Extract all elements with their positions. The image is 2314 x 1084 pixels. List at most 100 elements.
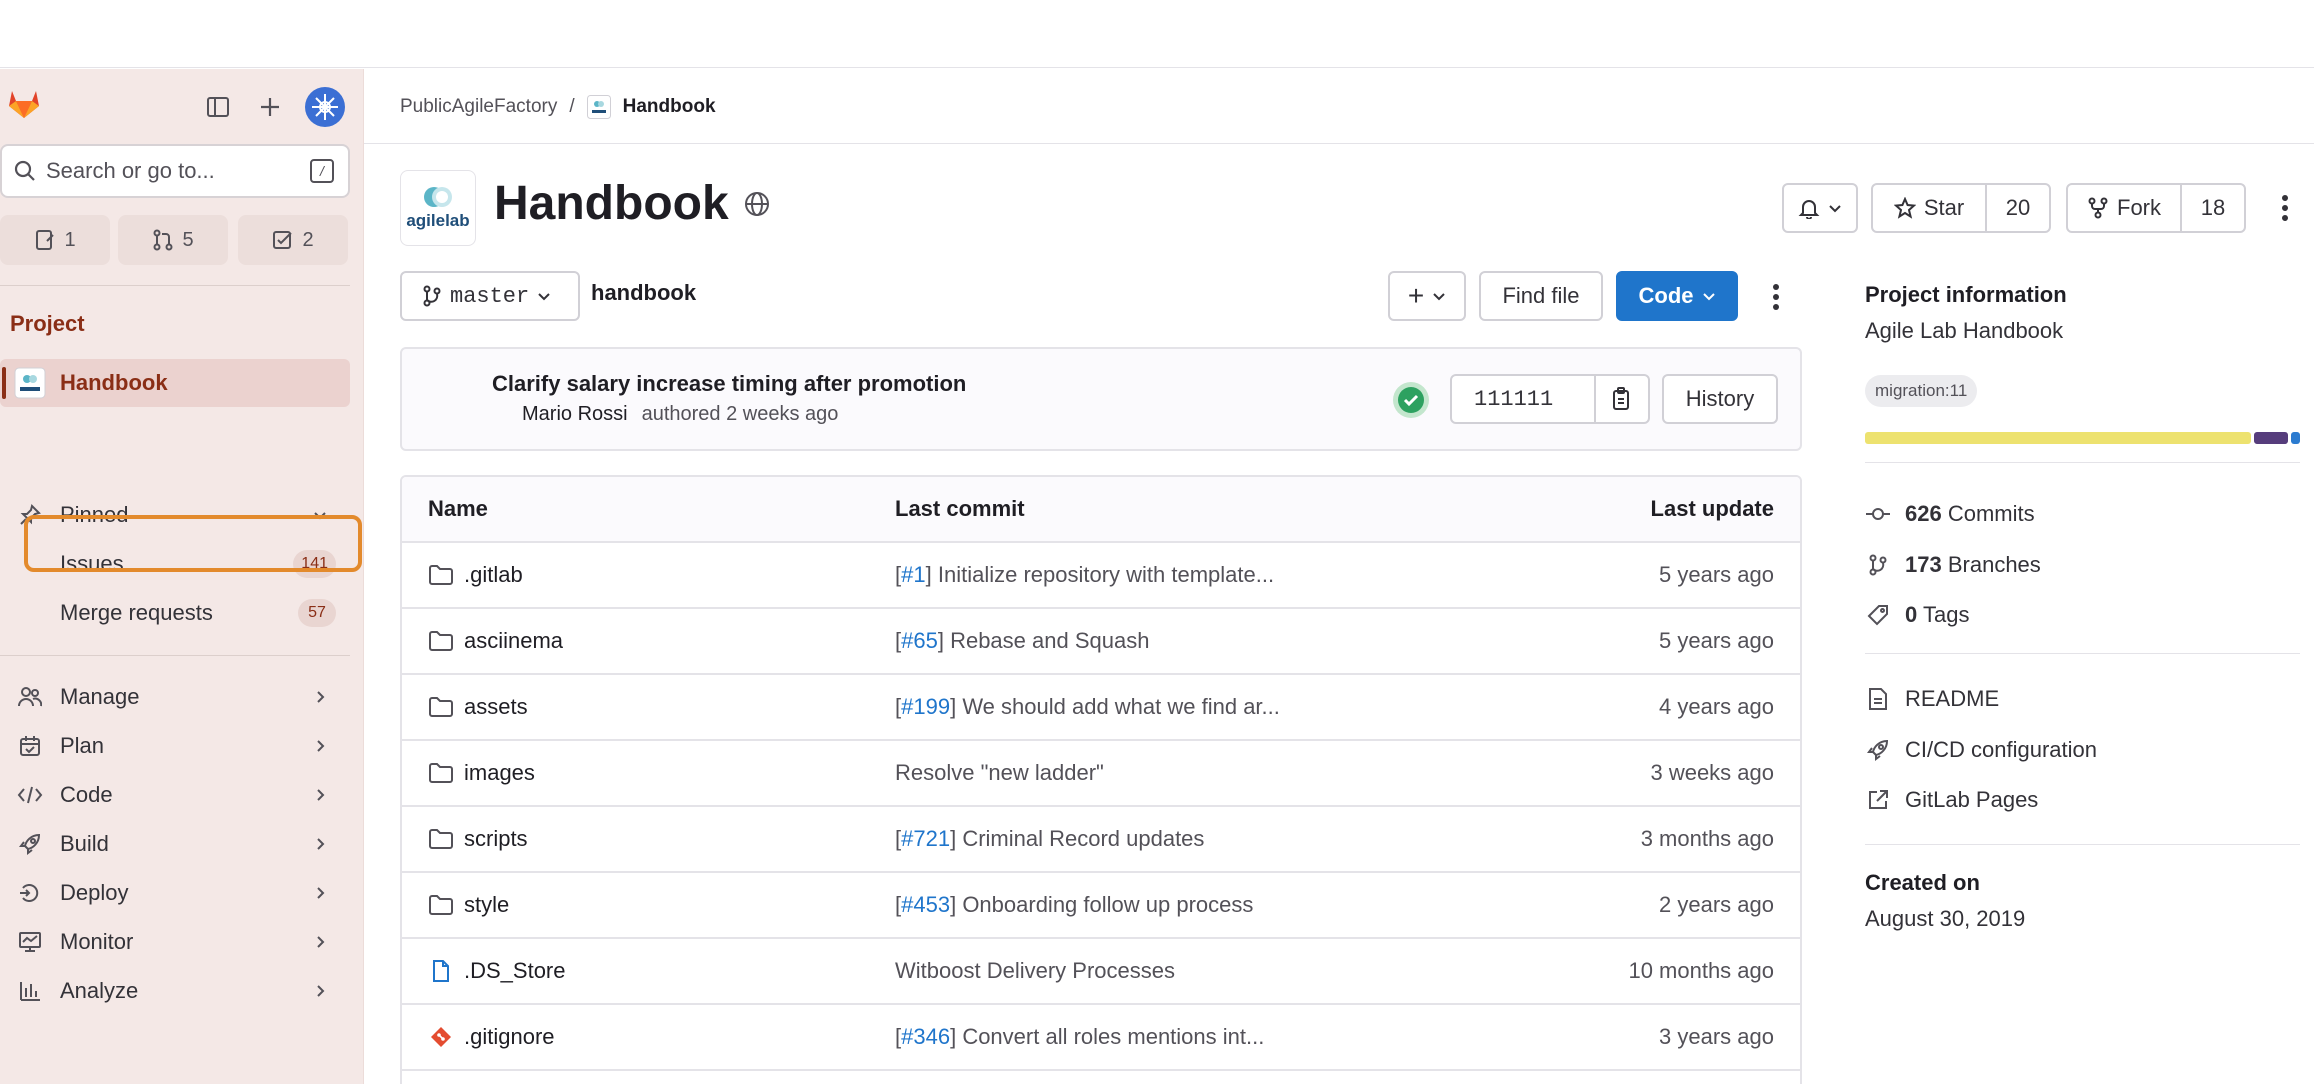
commit-title-link[interactable]: Clarify salary increase timing after pro…: [492, 371, 966, 397]
commits-link[interactable]: 626 Commits: [1865, 497, 2035, 531]
sidebar-item-plan[interactable]: Plan: [0, 722, 350, 770]
sidebar-item-manage[interactable]: Manage: [0, 673, 350, 721]
file-name-link[interactable]: images: [428, 741, 535, 805]
monitor-icon: [0, 931, 60, 953]
star-icon: [1893, 197, 1916, 219]
last-commit-link[interactable]: Resolve "new ladder": [895, 741, 1104, 805]
topic-badge[interactable]: migration:11: [1865, 375, 1978, 407]
commit-ref-link[interactable]: #453: [901, 892, 950, 918]
commit-ref-link[interactable]: #1: [901, 562, 925, 588]
project-info-title: Project information: [1865, 282, 2067, 307]
find-file-button[interactable]: Find file: [1479, 271, 1603, 321]
commit-ref-link[interactable]: #346: [901, 1024, 950, 1050]
readme-label: README: [1905, 686, 2000, 711]
file-name: .gitignore: [464, 1024, 555, 1049]
user-avatar[interactable]: [305, 87, 345, 127]
branch-name: master: [450, 283, 530, 309]
last-commit-link[interactable]: [#346] Convert all roles mentions int...: [895, 1005, 1264, 1069]
commit-ref-link[interactable]: #65: [901, 628, 938, 654]
file-name-link[interactable]: .DS_Store: [428, 939, 566, 1003]
last-update-time: 3 weeks ago: [1650, 760, 1774, 785]
notification-settings-button[interactable]: [1782, 183, 1858, 233]
branches-link[interactable]: 173 Branches: [1865, 548, 2041, 582]
tags-link[interactable]: 0 Tags: [1865, 598, 1969, 632]
sidebar-item-deploy[interactable]: Deploy: [0, 869, 350, 917]
file-name-link[interactable]: .gitignore: [428, 1005, 555, 1069]
breadcrumb-project-link[interactable]: Handbook: [623, 96, 716, 118]
pipeline-passed-icon[interactable]: [1392, 381, 1430, 419]
gitlab-logo-icon[interactable]: [6, 85, 42, 121]
table-row: images Resolve "new ladder" 3 weeks ago: [402, 741, 1800, 807]
breadcrumb: PublicAgileFactory / Handbook: [400, 92, 716, 122]
rocket-icon: [0, 833, 60, 855]
created-on-date: August 30, 2019: [1865, 906, 2026, 931]
sidebar-item-analyze[interactable]: Analyze: [0, 967, 350, 1015]
table-row: assets [#199] We should add what we find …: [402, 675, 1800, 741]
history-button[interactable]: History: [1662, 374, 1778, 424]
chevron-right-icon: [312, 689, 328, 705]
copy-sha-button[interactable]: [1594, 374, 1650, 424]
star-label: Star: [1923, 195, 1965, 220]
add-to-tree-button[interactable]: +: [1388, 271, 1466, 321]
todos-button[interactable]: 2: [238, 215, 348, 265]
assigned-issues-button[interactable]: 1: [0, 215, 110, 265]
readme-link[interactable]: README: [1865, 682, 1999, 716]
toggle-sidebar-icon[interactable]: [198, 87, 238, 127]
file-name-link[interactable]: asciinema: [428, 609, 563, 673]
last-commit-link[interactable]: [#65] Rebase and Squash: [895, 609, 1149, 673]
last-commit-link[interactable]: [#199] We should add what we find ar...: [895, 675, 1280, 739]
table-header: Name Last commit Last update: [402, 477, 1800, 543]
repo-more-actions-icon[interactable]: [1764, 280, 1788, 314]
create-new-icon[interactable]: [250, 87, 290, 127]
star-count-link[interactable]: 20: [1985, 183, 2051, 233]
breadcrumb-group-link[interactable]: PublicAgileFactory: [400, 96, 557, 118]
sidebar-item-merge-requests[interactable]: Merge requests 57: [0, 589, 350, 637]
last-commit-link[interactable]: [#453] Onboarding follow up process: [895, 873, 1253, 937]
merge-requests-button[interactable]: 5: [118, 215, 228, 265]
branch-selector[interactable]: master: [400, 271, 580, 321]
more-actions-icon[interactable]: [2272, 190, 2298, 226]
chevron-down-icon: [1432, 289, 1446, 303]
last-commit-link[interactable]: [#721] Criminal Record updates: [895, 807, 1204, 871]
merge-request-icon: [152, 229, 174, 251]
merge-requests-highlight: [24, 515, 362, 572]
sidebar-item-build[interactable]: Build: [0, 820, 350, 868]
sidebar-item-code[interactable]: Code: [0, 771, 350, 819]
issues-icon: [34, 229, 56, 251]
file-name-link[interactable]: style: [428, 873, 509, 937]
commits-count: 626: [1905, 501, 1942, 526]
table-row: asciinema [#65] Rebase and Squash 5 years …: [402, 609, 1800, 675]
folder-icon: [428, 762, 454, 784]
search-input[interactable]: Search or go to... /: [0, 144, 350, 198]
rocket-icon: [1865, 739, 1891, 761]
sidebar-item-label: Deploy: [60, 880, 129, 905]
last-commit-link[interactable]: Witboost Delivery Processes: [895, 939, 1175, 1003]
gitlab-pages-link[interactable]: GitLab Pages: [1865, 783, 2038, 817]
file-name-link[interactable]: .gitlab: [428, 543, 523, 607]
star-count: 20: [2005, 195, 2031, 220]
table-row: style [#453] Onboarding follow up process…: [402, 873, 1800, 939]
file-name-link[interactable]: scripts: [428, 807, 528, 871]
last-update-time: 4 years ago: [1659, 694, 1774, 719]
commit-author-link[interactable]: Mario Rossi: [522, 403, 628, 426]
file-name-link[interactable]: assets: [428, 675, 528, 739]
fork-button[interactable]: Fork: [2066, 183, 2182, 233]
file-tree-table: Name Last commit Last update .gitlab [#1]…: [400, 475, 1802, 1084]
sidebar-item-handbook[interactable]: Handbook: [0, 359, 350, 407]
star-button[interactable]: Star: [1871, 183, 1987, 233]
code-dropdown-button[interactable]: Code: [1616, 271, 1738, 321]
top-blank-strip: [0, 0, 2314, 68]
sidebar-item-monitor[interactable]: Monitor: [0, 918, 350, 966]
sidebar-heading-project: Project: [10, 311, 85, 336]
repo-path[interactable]: handbook: [591, 280, 696, 306]
cicd-configuration-link[interactable]: CI/CD configuration: [1865, 733, 2097, 767]
commit-sha-button[interactable]: 111111: [1450, 374, 1596, 424]
commit-ref-link[interactable]: #721: [901, 826, 950, 852]
fork-count-link[interactable]: 18: [2180, 183, 2246, 233]
commit-ref-link[interactable]: #199: [901, 694, 950, 720]
last-commit-link[interactable]: [#1] Initialize repository with template…: [895, 543, 1274, 607]
sidebar-item-label: Handbook: [60, 370, 168, 395]
agilelab-logo-icon: [424, 187, 452, 207]
chart-icon: [0, 980, 60, 1002]
last-update-time: 5 years ago: [1659, 562, 1774, 587]
